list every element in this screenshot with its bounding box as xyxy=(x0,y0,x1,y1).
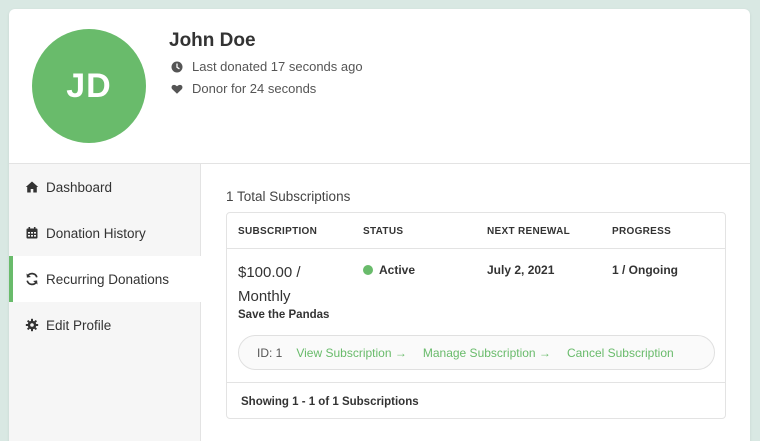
column-header-subscription: SUBSCRIPTION xyxy=(238,226,318,237)
arrow-right-icon: → xyxy=(391,345,407,360)
calendar-icon xyxy=(26,227,38,239)
sidebar-nav: Dashboard Donation History Recurring Don… xyxy=(9,164,201,441)
sync-icon xyxy=(26,272,38,286)
cancel-subscription-link[interactable]: Cancel Subscription xyxy=(567,346,674,360)
gear-icon xyxy=(25,318,39,332)
column-header-progress: PROGRESS xyxy=(612,226,672,237)
sidebar-item-dashboard[interactable]: Dashboard xyxy=(9,164,201,210)
donor-name: John Doe xyxy=(169,30,256,51)
pagination-summary: Showing 1 - 1 of 1 Subscriptions xyxy=(227,382,725,418)
progress-value: 1 / Ongoing xyxy=(612,263,678,277)
subscription-actions-bar: ID: 1 View Subscription → Manage Subscri… xyxy=(238,335,715,370)
sidebar-item-recurring-donations[interactable]: Recurring Donations xyxy=(9,256,201,302)
last-donated-text: Last donated 17 seconds ago xyxy=(192,59,363,74)
status-dot-icon xyxy=(363,265,373,275)
clock-icon xyxy=(171,61,183,72)
status-badge: Active xyxy=(363,263,415,277)
total-subscriptions-label: 1 Total Subscriptions xyxy=(226,189,351,204)
sidebar-item-edit-profile[interactable]: Edit Profile xyxy=(9,302,201,348)
column-header-status: STATUS xyxy=(363,226,404,237)
campaign-name: Save the Pandas xyxy=(238,309,330,321)
sidebar-item-label: Edit Profile xyxy=(46,317,112,333)
donor-for-text: Donor for 24 seconds xyxy=(192,81,317,96)
donor-header: JD John Doe Last donated 17 seconds ago … xyxy=(9,9,750,164)
last-donated-row: Last donated 17 seconds ago xyxy=(171,59,363,74)
subscriptions-table: SUBSCRIPTION STATUS NEXT RENEWAL PROGRES… xyxy=(226,212,726,419)
table-header: SUBSCRIPTION STATUS NEXT RENEWAL PROGRES… xyxy=(227,213,725,249)
manage-subscription-label: Manage Subscription xyxy=(422,345,536,360)
donor-for-row: Donor for 24 seconds xyxy=(171,81,316,96)
subscriptions-panel: 1 Total Subscriptions SUBSCRIPTION STATU… xyxy=(202,164,750,441)
view-subscription-link[interactable]: View Subscription → xyxy=(296,346,407,360)
avatar: JD xyxy=(32,29,146,143)
column-header-next-renewal: NEXT RENEWAL xyxy=(487,226,571,237)
sidebar-item-label: Recurring Donations xyxy=(46,271,170,287)
sidebar-item-label: Donation History xyxy=(46,225,146,241)
sidebar-item-donation-history[interactable]: Donation History xyxy=(9,210,201,256)
home-icon xyxy=(25,181,39,193)
sidebar-item-label: Dashboard xyxy=(46,179,113,195)
donor-dashboard-card: JD John Doe Last donated 17 seconds ago … xyxy=(9,9,750,441)
subscription-id: ID: 1 xyxy=(257,345,283,360)
view-subscription-label: View Subscription xyxy=(296,345,392,360)
status-text: Active xyxy=(379,263,416,277)
heart-icon xyxy=(171,84,183,94)
subscription-amount: $100.00 / Monthly xyxy=(238,264,301,305)
manage-subscription-link[interactable]: Manage Subscription → xyxy=(423,346,551,360)
next-renewal-date: July 2, 2021 xyxy=(487,263,555,277)
arrow-right-icon: → xyxy=(535,345,551,360)
